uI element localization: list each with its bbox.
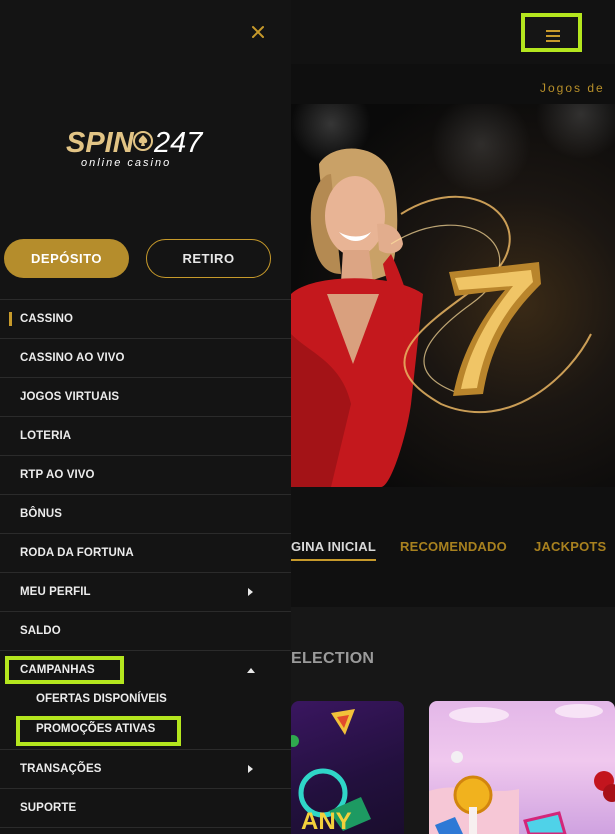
section-title: ELECTION — [291, 650, 375, 667]
svg-text:online casino: online casino — [81, 157, 171, 169]
nav-item-meu-perfil[interactable]: MEU PERFIL — [0, 573, 291, 612]
withdraw-button[interactable]: RETIRO — [146, 239, 271, 278]
menu-button[interactable] — [521, 13, 582, 52]
nav-item-transacoes[interactable]: TRANSAÇÕES — [0, 750, 291, 789]
nav-item-label: LOTERIA — [20, 430, 72, 442]
game-thumbnail: ANY — [291, 709, 371, 834]
tab-jackpots[interactable]: JACKPOTS — [534, 539, 606, 554]
chevron-right-icon — [248, 588, 253, 596]
svg-text:SPIN: SPIN — [66, 127, 135, 159]
category-tabs: GINA INICIAL RECOMENDADO JACKPOTS — [291, 487, 615, 607]
marquee-text: Jogos de — [540, 81, 605, 95]
deposit-button[interactable]: DEPÓSITO — [4, 239, 129, 278]
highlight-box — [5, 656, 124, 684]
marquee-bar: Jogos de — [291, 64, 615, 104]
nav-item-bonus[interactable]: BÔNUS — [0, 495, 291, 534]
nav-item-suporte[interactable]: SUPORTE — [0, 789, 291, 828]
nav-item-roda-da-fortuna[interactable]: RODA DA FORTUNA — [0, 534, 291, 573]
spin247-logo: SPIN 247 online casino — [66, 124, 216, 172]
chevron-right-icon — [248, 765, 253, 773]
nav-item-loteria[interactable]: LOTERIA — [0, 417, 291, 456]
nav-item-label: BÔNUS — [20, 508, 63, 520]
active-indicator — [9, 312, 12, 326]
game-thumbnail — [429, 704, 615, 834]
nav-item-label: SALDO — [20, 625, 61, 637]
game-card[interactable]: ANY — [291, 701, 404, 834]
nav-item-label: RTP AO VIVO — [20, 469, 95, 481]
highlight-box — [16, 716, 181, 746]
app-screen: Jogos de GINA INICIAL RECOMENDADO JACKPO… — [0, 0, 615, 834]
chevron-up-icon — [247, 668, 255, 673]
sub-item-ofertas-disponiveis[interactable]: OFERTAS DISPONÍVEIS — [36, 693, 167, 705]
nav-item-label: TRANSAÇÕES — [20, 763, 102, 775]
game-card[interactable] — [429, 701, 615, 834]
tab-recommended[interactable]: RECOMENDADO — [400, 539, 507, 554]
nav-item-cassino-ao-vivo[interactable]: CASSINO AO VIVO — [0, 339, 291, 378]
nav-item-rtp-ao-vivo[interactable]: RTP AO VIVO — [0, 456, 291, 495]
nav-item-label: CASSINO — [20, 313, 74, 325]
nav-item-label: MEU PERFIL — [20, 586, 91, 598]
svg-text:247: 247 — [153, 127, 204, 159]
tab-home[interactable]: GINA INICIAL — [291, 539, 376, 561]
hamburger-icon — [546, 30, 560, 45]
close-icon[interactable] — [248, 22, 268, 42]
nav-item-label: RODA DA FORTUNA — [20, 547, 134, 559]
promo-banner[interactable] — [291, 104, 615, 487]
side-drawer: SPIN 247 online casino DEPÓSITO RETIRO C… — [0, 0, 291, 834]
banner-artwork — [291, 148, 592, 487]
nav-item-label: JOGOS VIRTUAIS — [20, 391, 120, 403]
games-section: ELECTION ANY — [291, 607, 615, 834]
nav-item-label: SUPORTE — [20, 802, 77, 814]
nav-item-label: CASSINO AO VIVO — [20, 352, 125, 364]
svg-text:ANY: ANY — [301, 808, 352, 834]
nav-item-cassino[interactable]: CASSINO — [0, 300, 291, 339]
nav-item-jogos-virtuais[interactable]: JOGOS VIRTUAIS — [0, 378, 291, 417]
nav-item-saldo[interactable]: SALDO — [0, 612, 291, 651]
